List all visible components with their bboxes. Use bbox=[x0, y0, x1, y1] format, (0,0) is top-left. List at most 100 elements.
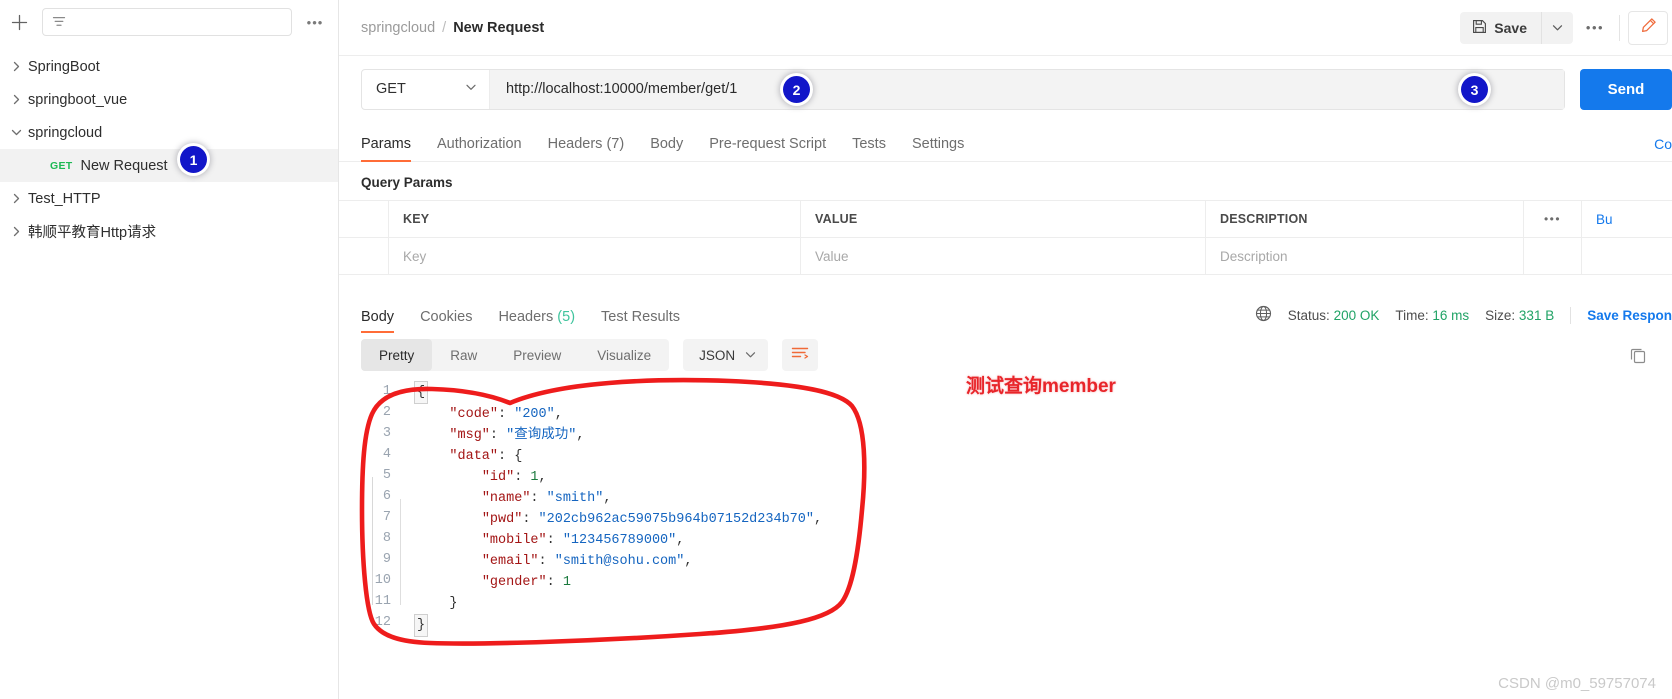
save-options-caret[interactable] bbox=[1541, 11, 1573, 44]
format-tab-pretty[interactable]: Pretty bbox=[361, 339, 433, 371]
postman-window: ••• SpringBoot springboot_vue springclou bbox=[0, 0, 1672, 699]
tab-settings[interactable]: Settings bbox=[912, 136, 964, 161]
code-fold-column[interactable] bbox=[401, 377, 417, 699]
chevron-right-icon[interactable] bbox=[4, 94, 28, 105]
request-tabs: Params Authorization Headers (7) Body Pr… bbox=[339, 122, 1672, 162]
code-line: "pwd": "202cb962ac59075b964b07152d234b70… bbox=[481, 512, 823, 527]
sidebar-item-hanshunping-http[interactable]: 韩顺平教育Http请求 bbox=[0, 215, 338, 248]
table-more-icon[interactable]: ••• bbox=[1524, 201, 1582, 238]
callout-badge-1: 1 bbox=[180, 146, 207, 173]
meta-divider bbox=[1570, 306, 1572, 324]
http-method-select[interactable]: GET bbox=[362, 69, 490, 109]
url-input-group: GET http://localhost:10000/member/get/1 bbox=[361, 68, 1565, 110]
save-button[interactable]: Save bbox=[1460, 12, 1541, 44]
chevron-right-icon[interactable] bbox=[4, 61, 28, 72]
callout-badge-3: 3 bbox=[1461, 76, 1488, 103]
response-toolbar-right bbox=[1626, 343, 1672, 367]
chevron-right-icon[interactable] bbox=[4, 226, 28, 237]
copy-icon[interactable] bbox=[1626, 343, 1650, 367]
response-body-code[interactable]: { "code": "200", "msg": "查询成功", "data": … bbox=[414, 377, 1672, 699]
response-tabs: Body Cookies Headers (5) Test Results St… bbox=[339, 297, 1672, 333]
status-value: 200 OK bbox=[1333, 307, 1380, 323]
breadcrumb-collection[interactable]: springcloud bbox=[361, 20, 435, 36]
table-header-value-label: VALUE bbox=[815, 212, 858, 226]
wrap-lines-button[interactable] bbox=[782, 339, 819, 371]
response-tab-test-results[interactable]: Test Results bbox=[601, 309, 680, 333]
sidebar-more-icon[interactable]: ••• bbox=[302, 11, 328, 33]
watermark: CSDN @m0_59757074 bbox=[1498, 675, 1656, 692]
chevron-down-icon bbox=[745, 348, 756, 363]
chevron-right-icon[interactable] bbox=[4, 193, 28, 204]
wrap-lines-icon bbox=[791, 346, 809, 365]
response-meta: Status: 200 OK Time: 16 ms Size: 331 B S… bbox=[1255, 305, 1672, 333]
format-tab-raw[interactable]: Raw bbox=[432, 339, 495, 371]
save-button-label: Save bbox=[1494, 19, 1527, 36]
line-number: 12 bbox=[374, 615, 391, 630]
response-tab-headers[interactable]: Headers (5) bbox=[498, 309, 575, 333]
header-more-icon[interactable]: ••• bbox=[1573, 12, 1617, 44]
response-body-viewer[interactable]: 1 2 3 4 5 6 7 8 9 10 11 12 { "code": "200", "msg": … bbox=[339, 377, 1672, 699]
line-number: 6 bbox=[382, 489, 391, 504]
code-line: "gender": 1 bbox=[481, 575, 571, 590]
tab-tests[interactable]: Tests bbox=[852, 136, 886, 161]
row-more-cell bbox=[1524, 238, 1582, 275]
sidebar-toolbar: ••• bbox=[0, 0, 338, 44]
pencil-icon bbox=[1640, 17, 1657, 39]
collection-tree: SpringBoot springboot_vue springcloud GE… bbox=[0, 44, 338, 248]
sidebar-filter-input[interactable] bbox=[42, 8, 292, 36]
sidebar-item-springboot-vue[interactable]: springboot_vue bbox=[0, 83, 338, 116]
format-tab-visualize[interactable]: Visualize bbox=[579, 339, 669, 371]
tab-body[interactable]: Body bbox=[650, 136, 683, 161]
tab-headers[interactable]: Headers (7) bbox=[548, 136, 625, 161]
line-number: 11 bbox=[374, 594, 391, 609]
send-button[interactable]: Send bbox=[1580, 68, 1672, 110]
sidebar-item-springboot[interactable]: SpringBoot bbox=[0, 50, 338, 83]
line-number: 8 bbox=[382, 531, 391, 546]
code-line: "id": 1, bbox=[481, 470, 547, 485]
chevron-down-icon[interactable] bbox=[4, 127, 28, 138]
indent-guide bbox=[400, 499, 401, 605]
sidebar-item-label: New Request bbox=[80, 157, 168, 174]
sidebar-item-label: Test_HTTP bbox=[28, 190, 101, 207]
sidebar-item-label: 韩顺平教育Http请求 bbox=[28, 225, 157, 241]
sidebar-item-test-http[interactable]: Test_HTTP bbox=[0, 182, 338, 215]
response-language-select[interactable]: JSON bbox=[683, 339, 769, 371]
size-label-group: Size: 331 B bbox=[1485, 308, 1554, 323]
edit-pencil-button[interactable] bbox=[1628, 10, 1668, 45]
format-tab-preview[interactable]: Preview bbox=[495, 339, 579, 371]
table-header-row: KEY VALUE DESCRIPTION ••• Bu bbox=[339, 201, 1672, 238]
response-tab-body[interactable]: Body bbox=[361, 309, 395, 333]
tab-headers-label: Headers bbox=[547, 136, 603, 152]
row-key-cell[interactable]: Key bbox=[389, 238, 801, 275]
bulk-edit-button[interactable]: Bu bbox=[1582, 201, 1672, 238]
table-header-checkbox-cell bbox=[339, 201, 389, 238]
url-input[interactable]: http://localhost:10000/member/get/1 bbox=[490, 69, 1564, 109]
sidebar-item-new-request[interactable]: GET New Request bbox=[0, 149, 338, 182]
row-value-cell[interactable]: Value bbox=[801, 238, 1206, 275]
save-response-button[interactable]: Save Respon bbox=[1587, 308, 1672, 323]
response-tab-cookies[interactable]: Cookies bbox=[420, 309, 472, 333]
table-header-key-label: KEY bbox=[403, 212, 430, 226]
tab-pre-request-script[interactable]: Pre-request Script bbox=[709, 136, 826, 161]
tab-headers-count: (7) bbox=[606, 136, 625, 152]
line-number: 7 bbox=[382, 510, 391, 525]
tab-params[interactable]: Params bbox=[361, 136, 411, 162]
header-actions: Save ••• bbox=[1460, 10, 1672, 45]
code-line: "data": { bbox=[449, 449, 523, 464]
status-label: Status: bbox=[1287, 307, 1330, 323]
row-description-cell[interactable]: Description bbox=[1206, 238, 1524, 275]
table-row[interactable]: Key Value Description bbox=[339, 238, 1672, 275]
sidebar-item-springcloud[interactable]: springcloud bbox=[0, 116, 338, 149]
row-checkbox-cell[interactable] bbox=[339, 238, 389, 275]
line-number: 4 bbox=[382, 447, 391, 462]
line-number: 2 bbox=[382, 405, 391, 420]
indent-guide bbox=[372, 477, 373, 605]
add-new-button[interactable] bbox=[6, 9, 32, 35]
status-label-group: Status: 200 OK bbox=[1288, 308, 1380, 323]
tabs-right-action[interactable]: Co bbox=[1654, 136, 1672, 161]
tab-authorization[interactable]: Authorization bbox=[437, 136, 522, 161]
globe-icon bbox=[1255, 305, 1272, 325]
code-line: "code": "200", bbox=[449, 407, 563, 422]
save-button-group: Save bbox=[1460, 11, 1573, 44]
breadcrumb-separator: / bbox=[442, 19, 447, 36]
